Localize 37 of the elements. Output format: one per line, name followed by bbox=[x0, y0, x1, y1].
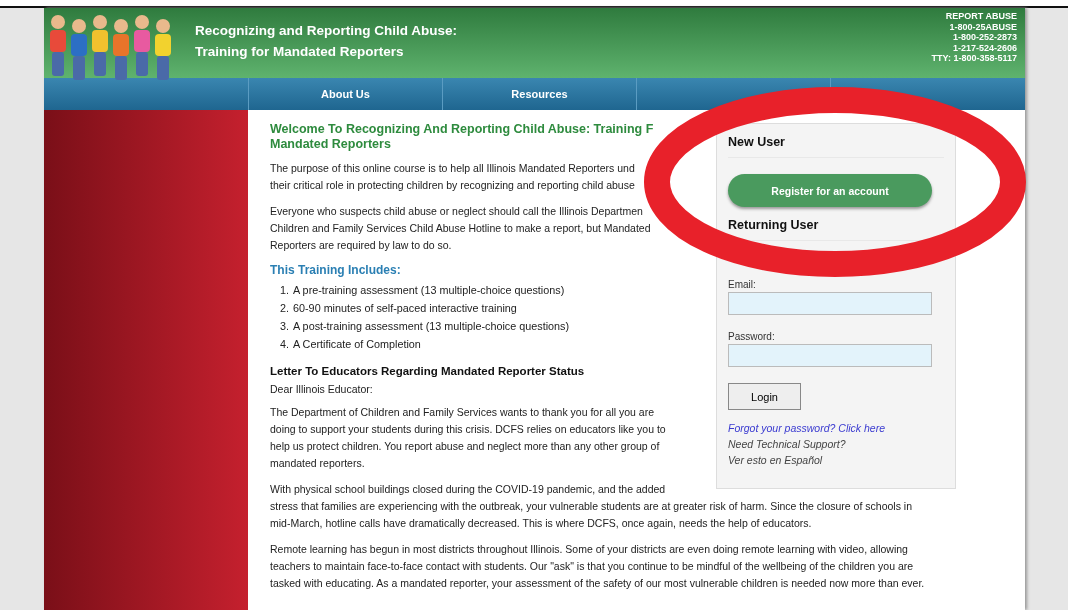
list-item-text: A Certificate of Completion bbox=[293, 338, 421, 350]
list-number: 2. bbox=[280, 302, 289, 314]
nav-link[interactable]: About Us bbox=[248, 78, 442, 110]
field-label: Password: bbox=[728, 331, 775, 342]
list-item-text: 60-90 minutes of self-paced interactive training bbox=[293, 302, 517, 314]
site-title: Training for Mandated Reporters bbox=[195, 43, 405, 61]
hotline-text: 1-800-25ABUSE bbox=[948, 21, 1017, 32]
letter-paragraph: With physical school buildings closed during the COVID-19 pandemic, and the added stress that families are experiencing with the outbreak, your vulnerable students are at greater risk of harm. Since the closure of schools in mid-March, hotline calls have dramatically decreased. This is where DCFS, once again, needs the help of educators. bbox=[270, 482, 912, 531]
login-button[interactable]: Login bbox=[728, 383, 801, 410]
greeting-text: Dear Illinois Educator: bbox=[270, 382, 373, 397]
input-field[interactable] bbox=[728, 344, 932, 367]
letter-paragraph: Remote learning has begun in most districts throughout Illinois. Some of your districts are even doing remote learning with video, allowing teachers to maintain face-to-face contact with students. Our "ask" is that you continue to be mindful of the wellbeing of the children you are tasked with educating. As a mandated reporter, your assessment of the safety of our most vulnerable children is needed now more than ever. bbox=[270, 542, 925, 591]
input-field[interactable] bbox=[728, 292, 932, 315]
list-item-text: A post-training assessment (13 multiple-choice questions) bbox=[293, 320, 570, 332]
list-number: 1. bbox=[280, 284, 289, 296]
training-heading: This Training Includes: bbox=[270, 263, 401, 277]
list-number: 4. bbox=[280, 338, 289, 350]
hotline-text: REPORT ABUSE bbox=[944, 11, 1017, 22]
letter-paragraph: The Department of Children and Family Services wants to thank you for all you are doing to support your students during this crisis. DCFS relies on educators like you to help us protect children. You report abuse and neglect more than any other group of mandated reporters. bbox=[270, 405, 666, 471]
support-text: Need Technical Support? bbox=[728, 437, 846, 452]
forgot-password-link[interactable]: Forgot your password? Click here bbox=[728, 420, 885, 436]
returning-user-heading: Returning User bbox=[728, 215, 944, 241]
new-user-heading: New User bbox=[728, 132, 944, 158]
register-button[interactable]: Register for an account bbox=[728, 174, 932, 207]
nav-link[interactable]: Resources bbox=[442, 78, 636, 110]
hotline-text: 1-217-524-2606 bbox=[951, 42, 1017, 53]
hotline-text: 1-800-252-2873 bbox=[951, 32, 1017, 43]
site-title: Recognizing and Reporting Child Abuse: bbox=[195, 22, 458, 40]
welcome-heading: Welcome To Recognizing And Reporting Child Abuse: Training F Mandated Reporters bbox=[270, 122, 654, 152]
hotline-text: TTY: 1-800-358-5117 bbox=[931, 53, 1017, 64]
list-number: 3. bbox=[280, 320, 289, 332]
field-label: Email: bbox=[728, 279, 756, 290]
intro-paragraph: The purpose of this online course is to help all Illinois Mandated Reporters und their critical role in protecting children by recognizing and reporting child abuse bbox=[270, 161, 635, 193]
letter-heading: Letter To Educators Regarding Mandated Reporter Status bbox=[270, 365, 585, 377]
list-item-text: A pre-training assessment (13 multiple-choice questions) bbox=[293, 284, 565, 296]
spanish-text: Ver esto en Español bbox=[728, 453, 823, 468]
intro-paragraph: Everyone who suspects child abuse or neglect should call the Illinois Departmen Children and Family Services Child Abuse Hotline to make a report, but Mandated Reporters are required by law to do so. bbox=[270, 204, 651, 253]
